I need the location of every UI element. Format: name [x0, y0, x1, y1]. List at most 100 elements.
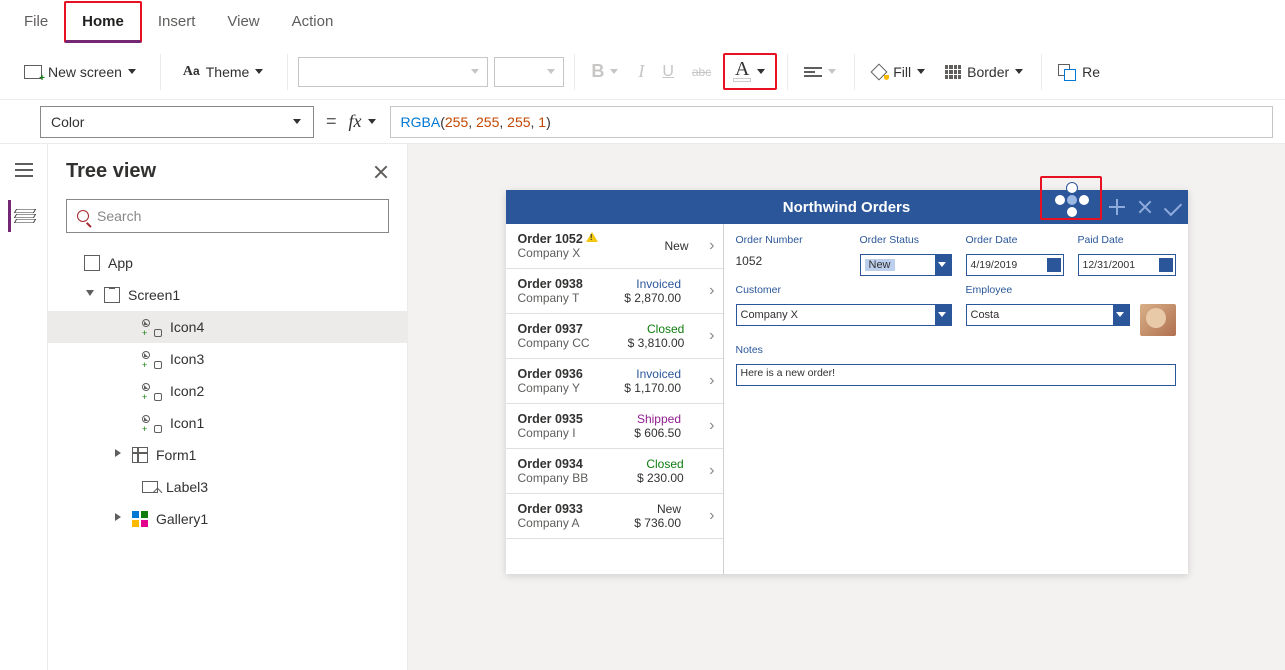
customer-dropdown[interactable]: Company X [736, 304, 952, 326]
font-family-select[interactable] [298, 57, 488, 87]
formula-input[interactable]: RGBA(255, 255, 255, 1) [390, 106, 1273, 138]
menu-tab-insert[interactable]: Insert [142, 3, 212, 40]
employee-dropdown[interactable]: Costa [966, 304, 1130, 326]
chevron-right-icon: › [709, 462, 714, 480]
orders-gallery[interactable]: Order 1052Company XNew›Order 0938Company… [506, 224, 724, 574]
label-customer: Customer [736, 284, 952, 296]
equals-label: = [326, 111, 337, 132]
collapse-icon[interactable] [112, 449, 124, 461]
icon-control-icon: + [142, 383, 162, 399]
italic-button[interactable]: I [632, 57, 650, 86]
property-name: Color [51, 114, 84, 130]
tree-view-rail-button[interactable] [8, 200, 40, 232]
strikethrough-icon: abc [692, 65, 711, 79]
tree-title: Tree view [66, 160, 156, 183]
form-icon [132, 447, 148, 463]
menu-tab-home[interactable]: Home [64, 1, 142, 43]
chevron-down-icon [757, 67, 767, 77]
tree-node-icon4[interactable]: + Icon4 [48, 311, 407, 343]
canvas-area: Northwind Orders Order 1052Company XNew›… [408, 144, 1285, 670]
new-screen-button[interactable]: New screen [18, 60, 144, 84]
theme-button[interactable]: Aa Theme [177, 60, 271, 84]
chevron-down-icon [293, 117, 303, 127]
icon-control-icon: + [142, 319, 162, 335]
underline-button[interactable]: U [656, 59, 680, 85]
bold-button[interactable]: B [585, 57, 626, 86]
menu-bar: File Home Insert View Action [0, 0, 1285, 44]
font-color-button[interactable]: A [723, 53, 777, 90]
add-button[interactable] [1108, 198, 1126, 216]
hamburger-button[interactable] [8, 154, 40, 186]
gallery-icon [132, 511, 148, 527]
font-size-select[interactable] [494, 57, 564, 87]
property-selector[interactable]: Color [40, 106, 314, 138]
tree-node-icon1[interactable]: + Icon1 [48, 407, 407, 439]
fill-icon [871, 64, 887, 80]
chevron-right-icon: › [709, 282, 714, 300]
plus-icon [1109, 199, 1125, 215]
chevron-down-icon [935, 255, 951, 275]
chevron-down-icon [255, 67, 265, 77]
app-icon [84, 255, 100, 271]
tree-search-input[interactable]: Search [66, 199, 389, 233]
order-status-dropdown[interactable]: New [860, 254, 952, 276]
workspace: Tree view Search App Screen1 + Icon4 + [0, 144, 1285, 670]
calendar-icon [1047, 258, 1061, 272]
align-button[interactable] [798, 63, 844, 81]
tree-node-form1[interactable]: Form1 [48, 439, 407, 471]
search-icon [77, 210, 89, 222]
tree-node-icon3[interactable]: + Icon3 [48, 343, 407, 375]
layers-icon [15, 207, 35, 225]
order-row[interactable]: Order 0936Company YInvoiced$ 1,170.00› [506, 359, 723, 404]
reorder-button[interactable]: Re [1052, 60, 1106, 84]
tree-list: App Screen1 + Icon4 + Icon3 + Icon2 + Ic [48, 247, 407, 670]
selected-icon-control[interactable] [1054, 182, 1090, 218]
expand-icon[interactable] [84, 289, 96, 301]
value-order-number: 1052 [736, 254, 846, 276]
menu-tab-view[interactable]: View [211, 3, 275, 40]
collapse-icon[interactable] [112, 513, 124, 525]
fx-button[interactable]: fx [349, 111, 378, 132]
order-date-picker[interactable]: 4/19/2019 [966, 254, 1064, 276]
border-button[interactable]: Border [939, 60, 1031, 84]
icon-control-icon: + [142, 351, 162, 367]
divider [854, 54, 855, 90]
paid-date-picker[interactable]: 12/31/2001 [1078, 254, 1176, 276]
cancel-button[interactable] [1136, 198, 1154, 216]
strike-button[interactable]: abc [686, 61, 717, 83]
formula-bar: Color = fx RGBA(255, 255, 255, 1) [0, 100, 1285, 144]
order-row[interactable]: Order 1052Company XNew› [506, 224, 723, 269]
tree-node-label3[interactable]: Label3 [48, 471, 407, 503]
tree-node-app[interactable]: App [48, 247, 407, 279]
order-row[interactable]: Order 0935Company IShipped$ 606.50› [506, 404, 723, 449]
fx-icon: fx [349, 111, 362, 132]
app-preview[interactable]: Northwind Orders Order 1052Company XNew›… [506, 190, 1188, 574]
bold-icon: B [591, 61, 604, 82]
order-row[interactable]: Order 0937Company CCClosed$ 3,810.00› [506, 314, 723, 359]
label-icon [142, 481, 158, 493]
divider [160, 54, 161, 90]
chevron-right-icon: › [709, 372, 714, 390]
app-header: Northwind Orders [506, 190, 1188, 224]
order-row[interactable]: Order 0938Company TInvoiced$ 2,870.00› [506, 269, 723, 314]
save-button[interactable] [1164, 198, 1182, 216]
screen-icon [104, 287, 120, 303]
check-icon [1163, 198, 1181, 216]
tree-node-icon2[interactable]: + Icon2 [48, 375, 407, 407]
order-row[interactable]: Order 0933Company ANew$ 736.00› [506, 494, 723, 539]
tree-node-screen1[interactable]: Screen1 [48, 279, 407, 311]
tree-node-gallery1[interactable]: Gallery1 [48, 503, 407, 535]
label-employee: Employee [966, 284, 1176, 296]
selection-highlight [1040, 176, 1102, 220]
menu-tab-file[interactable]: File [8, 3, 64, 40]
notes-input[interactable]: Here is a new order! [736, 364, 1176, 386]
chevron-down-icon [935, 305, 951, 325]
close-panel-button[interactable] [373, 164, 389, 180]
order-row[interactable]: Order 0934Company BBClosed$ 230.00› [506, 449, 723, 494]
label-order-status: Order Status [860, 234, 952, 246]
menu-tab-action[interactable]: Action [276, 3, 350, 40]
app-title: Northwind Orders [783, 199, 911, 216]
hamburger-icon [15, 163, 33, 177]
fill-button[interactable]: Fill [865, 60, 933, 84]
border-label: Border [967, 64, 1009, 80]
